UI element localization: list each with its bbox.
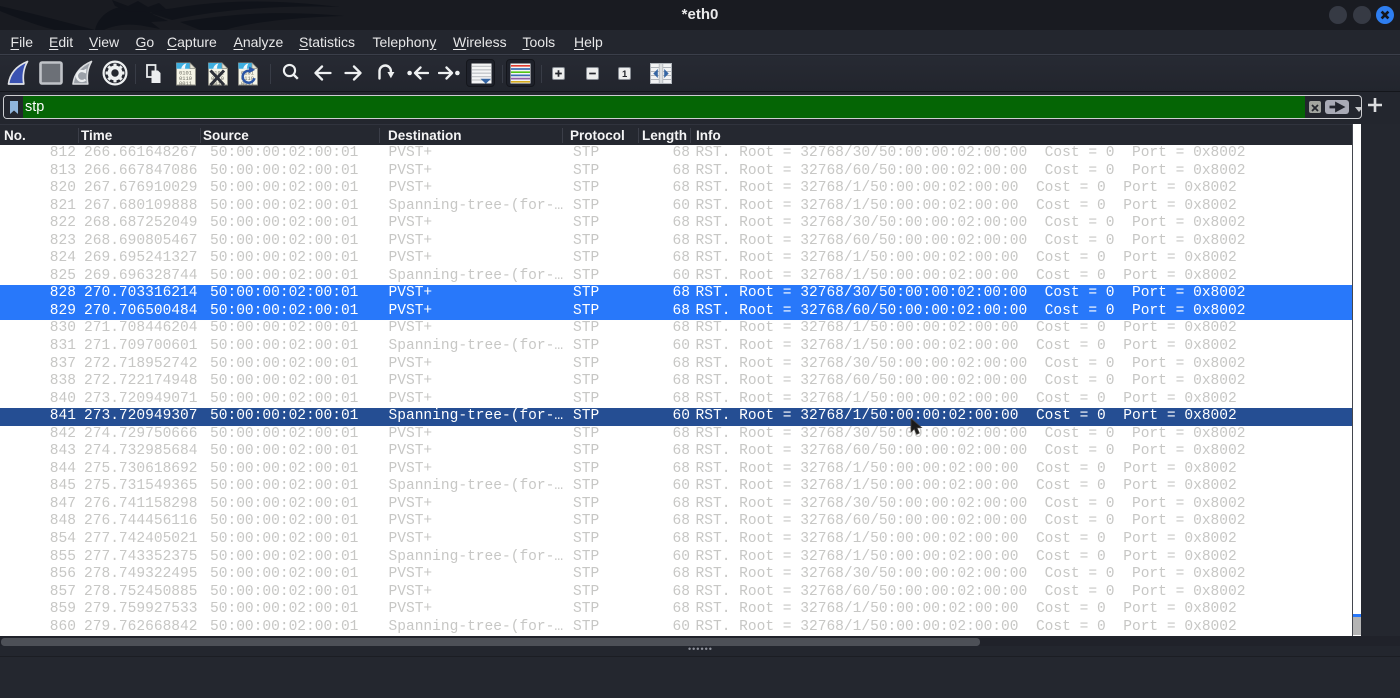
svg-text:0011: 0011	[179, 81, 192, 86]
svg-text:1: 1	[622, 69, 628, 80]
